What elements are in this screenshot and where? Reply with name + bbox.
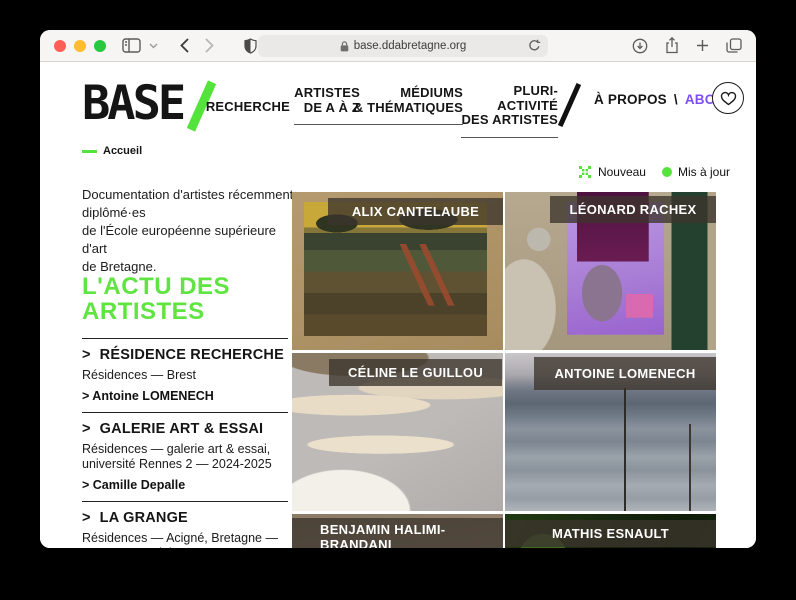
sidebar-menu-button[interactable] bbox=[149, 43, 158, 49]
site-logo[interactable]: BASE bbox=[82, 78, 206, 132]
toolbar-right-group bbox=[632, 37, 742, 54]
news-heading: L'ACTU DES ARTISTES bbox=[82, 274, 230, 324]
news-item-title: GALERIE ART & ESSAI bbox=[100, 421, 264, 438]
nav-label: DES ARTISTES bbox=[461, 113, 558, 128]
reload-button[interactable] bbox=[528, 39, 541, 52]
new-tab-button[interactable] bbox=[696, 39, 709, 52]
about-fr-link[interactable]: À PROPOS bbox=[594, 92, 667, 107]
new-star-icon bbox=[578, 165, 592, 179]
nav-label: DE A À Z bbox=[294, 101, 360, 116]
nav-item-recherche[interactable]: RECHERCHE bbox=[206, 100, 290, 115]
nav-separator-slash bbox=[558, 83, 581, 127]
site-description: Documentation d'artistes récemment diplô… bbox=[82, 186, 298, 276]
logo-wordmark: BASE bbox=[82, 78, 183, 130]
news-item-artist-link[interactable]: > Camille Depalle bbox=[82, 478, 288, 492]
nav-item-artistes-a-z[interactable]: ARTISTES DE A À Z bbox=[294, 86, 360, 125]
heart-icon bbox=[720, 91, 737, 106]
sidebar-toggle-button[interactable] bbox=[122, 38, 141, 53]
artist-card-leonard-rachex[interactable]: LÉONARD RACHEX bbox=[505, 192, 716, 350]
home-label: Accueil bbox=[103, 145, 142, 157]
zoom-button[interactable] bbox=[94, 40, 106, 52]
updated-dot-icon bbox=[662, 167, 672, 177]
status-legend: Nouveau Mis à jour bbox=[578, 165, 730, 179]
artist-card-antoine-lomenech[interactable]: ANTOINE LOMENECH bbox=[505, 353, 716, 511]
news-item-artist-link[interactable]: > Antoine LOMENECH bbox=[82, 389, 288, 403]
breadcrumb-home-link[interactable]: Accueil bbox=[82, 145, 142, 157]
artist-card-alix-cantelaube[interactable]: ALIX CANTELAUBE bbox=[292, 192, 503, 350]
news-item-la-grange[interactable]: > LA GRANGE Résidences — Acigné, Bretagn… bbox=[82, 501, 288, 548]
chevron-left-icon bbox=[180, 38, 189, 53]
artist-name-bar: BENJAMIN HALIMI-BRANDANI bbox=[292, 518, 503, 548]
artist-name: LÉONARD RACHEX bbox=[570, 202, 697, 217]
favorites-button[interactable] bbox=[712, 82, 744, 114]
nav-item-mediums-thematiques[interactable]: MÉDIUMS & THÉMATIQUES bbox=[354, 86, 463, 125]
nav-label: ACTIVITÉ bbox=[461, 99, 558, 114]
artist-grid: ALIX CANTELAUBE LÉONARD RACHEX CÉLINE LE… bbox=[292, 192, 716, 548]
artist-card-celine-le-guillou[interactable]: CÉLINE LE GUILLOU bbox=[292, 353, 503, 511]
back-button[interactable] bbox=[180, 38, 189, 53]
url-text: base.ddabretagne.org bbox=[354, 40, 467, 52]
artist-name-bar: MATHIS ESNAULT bbox=[505, 520, 716, 547]
tabs-icon bbox=[726, 38, 742, 53]
legend-updated: Mis à jour bbox=[662, 165, 730, 179]
news-item-subtitle: Résidences — Acigné, Bretagne — entre ma… bbox=[82, 531, 288, 548]
traffic-lights bbox=[54, 40, 106, 52]
news-item-subtitle: Résidences — Brest bbox=[82, 368, 288, 383]
download-icon bbox=[632, 38, 648, 54]
shield-icon bbox=[244, 38, 257, 54]
downloads-button[interactable] bbox=[632, 38, 648, 54]
artist-card-benjamin-halimi-brandani[interactable]: BENJAMIN HALIMI-BRANDANI bbox=[292, 514, 503, 548]
news-item-galerie-art-essai[interactable]: > GALERIE ART & ESSAI Résidences — galer… bbox=[82, 412, 288, 501]
address-bar[interactable]: base.ddabretagne.org bbox=[258, 35, 548, 57]
forward-button[interactable] bbox=[205, 38, 214, 53]
close-button[interactable] bbox=[54, 40, 66, 52]
artist-name-bar: LÉONARD RACHEX bbox=[550, 196, 716, 223]
legend-updated-label: Mis à jour bbox=[678, 165, 730, 179]
page-content: BASE Accueil RECHERCHE ARTISTES DE A À Z… bbox=[40, 62, 756, 548]
reload-icon bbox=[528, 39, 541, 52]
news-item-residence-recherche[interactable]: > RÉSIDENCE RECHERCHE Résidences — Brest… bbox=[82, 338, 288, 412]
arrow-icon: > bbox=[82, 421, 91, 438]
nav-label: RECHERCHE bbox=[206, 100, 290, 115]
artist-name-bar: CÉLINE LE GUILLOU bbox=[329, 359, 502, 386]
privacy-report-button[interactable] bbox=[244, 38, 257, 54]
green-dash-icon bbox=[82, 150, 97, 153]
artist-name: BENJAMIN HALIMI-BRANDANI bbox=[320, 522, 495, 548]
nav-label: PLURI- bbox=[461, 84, 558, 99]
news-item-subtitle: Résidences — galerie art & essai, univer… bbox=[82, 442, 288, 472]
nav-label: ARTISTES bbox=[294, 86, 360, 101]
news-item-title: LA GRANGE bbox=[100, 510, 188, 527]
nav-label: & THÉMATIQUES bbox=[354, 101, 463, 116]
lock-icon bbox=[340, 41, 349, 52]
share-icon bbox=[665, 37, 679, 54]
share-button[interactable] bbox=[665, 37, 679, 54]
nav-item-pluri-activite[interactable]: PLURI- ACTIVITÉ DES ARTISTES bbox=[461, 84, 558, 138]
chevron-down-icon bbox=[149, 43, 158, 49]
nav-label: MÉDIUMS bbox=[354, 86, 463, 101]
tab-overview-button[interactable] bbox=[726, 38, 742, 53]
about-separator: \ bbox=[674, 92, 678, 107]
artist-name: MATHIS ESNAULT bbox=[552, 526, 669, 541]
artist-name-bar: ANTOINE LOMENECH bbox=[534, 357, 716, 390]
artist-name-bar: ALIX CANTELAUBE bbox=[328, 198, 503, 225]
artist-name: ALIX CANTELAUBE bbox=[352, 204, 479, 219]
artist-name: CÉLINE LE GUILLOU bbox=[348, 365, 483, 380]
news-item-title: RÉSIDENCE RECHERCHE bbox=[100, 347, 284, 364]
browser-window: base.ddabretagne.org bbox=[40, 30, 756, 548]
artist-card-mathis-esnault[interactable]: MATHIS ESNAULT bbox=[505, 514, 716, 548]
arrow-icon: > bbox=[82, 510, 91, 527]
sidebar-icon bbox=[122, 38, 141, 53]
plus-icon bbox=[696, 39, 709, 52]
minimize-button[interactable] bbox=[74, 40, 86, 52]
chevron-right-icon bbox=[205, 38, 214, 53]
legend-new-label: Nouveau bbox=[598, 165, 646, 179]
arrow-icon: > bbox=[82, 347, 91, 364]
news-list: > RÉSIDENCE RECHERCHE Résidences — Brest… bbox=[82, 338, 288, 548]
legend-new: Nouveau bbox=[578, 165, 646, 179]
browser-toolbar: base.ddabretagne.org bbox=[40, 30, 756, 62]
artist-name: ANTOINE LOMENECH bbox=[554, 366, 695, 381]
